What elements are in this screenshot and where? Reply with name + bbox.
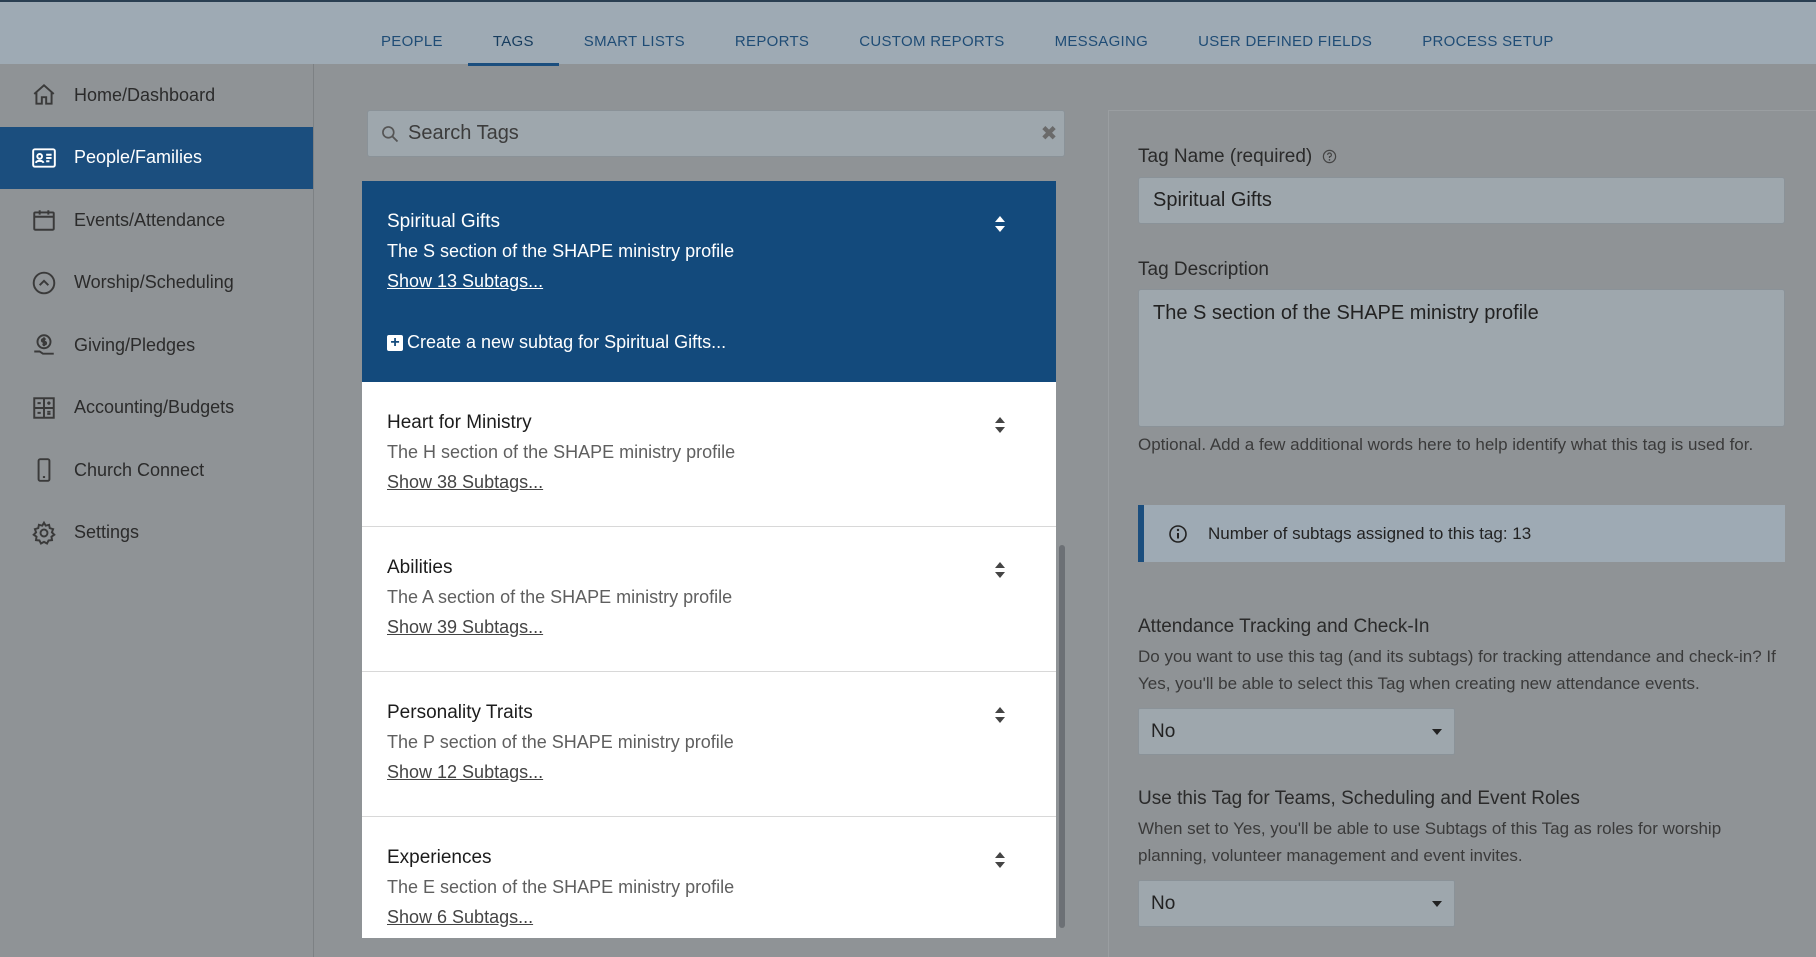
show-subtags-link[interactable]: Show 12 Subtags...: [387, 762, 543, 783]
tag-description-textarea[interactable]: The S section of the SHAPE ministry prof…: [1138, 289, 1785, 427]
id-card-icon: [30, 144, 58, 172]
tag-name: Heart for Ministry: [387, 412, 532, 433]
tag-name: Abilities: [387, 557, 453, 578]
sidebar-item-people[interactable]: People/Families: [0, 126, 313, 189]
sidebar-item-accounting[interactable]: Accounting/Budgets: [0, 377, 313, 440]
sort-handle-icon[interactable]: [994, 706, 1006, 724]
tab-reports[interactable]: REPORTS: [710, 2, 834, 66]
plus-icon: +: [387, 334, 403, 351]
calendar-icon: [30, 206, 58, 234]
tag-description: The A section of the SHAPE ministry prof…: [387, 587, 733, 607]
tag-details-panel: Tag Name (required) Tag Description The …: [1108, 110, 1816, 957]
tag-list: Spiritual Gifts The S section of the SHA…: [362, 181, 1056, 938]
scrollbar-thumb[interactable]: [1059, 545, 1065, 928]
top-navigation-bar: PEOPLE TAGS SMART LISTS REPORTS CUSTOM R…: [0, 0, 1816, 66]
tab-process-setup[interactable]: PROCESS SETUP: [1397, 2, 1578, 66]
sidebar-item-church-connect[interactable]: Church Connect: [0, 439, 313, 502]
description-help-text: Optional. Add a few additional words her…: [1138, 435, 1754, 454]
sort-handle-icon[interactable]: [994, 416, 1006, 434]
sort-handle-icon[interactable]: [994, 851, 1006, 869]
chevron-down-icon: [1432, 900, 1442, 907]
tag-item-selected[interactable]: Spiritual Gifts The S section of the SHA…: [362, 181, 1056, 382]
tag-item[interactable]: Experiences The E section of the SHAPE m…: [362, 817, 1056, 938]
chevron-down-icon: [1432, 728, 1442, 735]
create-subtag-label: Create a new subtag for Spiritual Gifts.…: [407, 332, 727, 352]
sidebar-item-settings[interactable]: Settings: [0, 502, 313, 565]
sort-handle-icon[interactable]: [994, 561, 1006, 579]
tab-user-defined-fields[interactable]: USER DEFINED FIELDS: [1173, 2, 1397, 66]
sidebar-item-label: Accounting/Budgets: [74, 397, 235, 418]
show-subtags-link[interactable]: Show 6 Subtags...: [387, 907, 533, 928]
tag-name-input[interactable]: [1138, 177, 1785, 224]
sidebar-item-worship[interactable]: Worship/Scheduling: [0, 252, 313, 315]
sidebar-item-label: Church Connect: [74, 459, 205, 480]
grid-icon: [30, 394, 58, 422]
info-text: Number of subtags assigned to this tag: …: [1208, 523, 1532, 543]
attendance-select[interactable]: No: [1138, 708, 1455, 755]
tag-item[interactable]: Abilities The A section of the SHAPE min…: [362, 527, 1056, 672]
sidebar-item-label: Giving/Pledges: [74, 334, 196, 355]
search-input[interactable]: [400, 122, 1034, 145]
search-bar: ✖: [367, 110, 1065, 157]
teams-label: Use this Tag for Teams, Scheduling and E…: [1138, 788, 1580, 809]
tag-name-label-text: Tag Name (required): [1138, 146, 1313, 167]
tag-list-scrollbar[interactable]: [1058, 181, 1066, 938]
tag-description: The S section of the SHAPE ministry prof…: [387, 241, 735, 261]
sidebar-item-giving[interactable]: Giving/Pledges: [0, 314, 313, 377]
tab-smart-lists[interactable]: SMART LISTS: [559, 2, 710, 66]
tag-name: Personality Traits: [387, 702, 533, 723]
attendance-help-text: Do you want to use this tag (and its sub…: [1138, 647, 1776, 693]
clear-search-icon[interactable]: ✖: [1034, 121, 1064, 146]
teams-select-value: No: [1151, 892, 1176, 914]
sort-handle-icon[interactable]: [994, 215, 1006, 233]
tag-description-label: Tag Description: [1138, 259, 1269, 280]
teams-help-text: When set to Yes, you'll be able to use S…: [1138, 819, 1722, 865]
home-icon: [30, 81, 58, 109]
teams-select[interactable]: No: [1138, 880, 1455, 927]
tag-name-label: Tag Name (required): [1138, 146, 1337, 168]
money-hand-icon: [30, 331, 58, 359]
tag-item[interactable]: Heart for Ministry The H section of the …: [362, 382, 1056, 527]
sidebar-item-home[interactable]: Home/Dashboard: [0, 64, 313, 127]
search-icon: [382, 125, 399, 142]
help-icon[interactable]: [1322, 149, 1337, 164]
tag-item[interactable]: Personality Traits The P section of the …: [362, 672, 1056, 817]
sidebar-item-events[interactable]: Events/Attendance: [0, 189, 313, 252]
sidebar-item-label: Events/Attendance: [74, 209, 226, 230]
create-subtag-button[interactable]: + Create a new subtag for Spiritual Gift…: [387, 332, 1031, 353]
tag-name: Experiences: [387, 847, 492, 868]
sidebar: Home/Dashboard People/Families Events/At…: [0, 64, 314, 957]
sidebar-item-label: Worship/Scheduling: [74, 272, 234, 293]
show-subtags-link[interactable]: Show 38 Subtags...: [387, 472, 543, 493]
top-tabs: PEOPLE TAGS SMART LISTS REPORTS CUSTOM R…: [356, 2, 1579, 66]
tab-people[interactable]: PEOPLE: [356, 2, 468, 66]
sidebar-item-label: Settings: [74, 522, 140, 543]
tab-messaging[interactable]: MESSAGING: [1030, 2, 1174, 66]
gear-icon: [30, 519, 58, 547]
info-icon: [1169, 524, 1187, 543]
tag-description: The P section of the SHAPE ministry prof…: [387, 732, 734, 752]
tag-name: Spiritual Gifts: [387, 211, 500, 232]
subtag-count-info: Number of subtags assigned to this tag: …: [1138, 505, 1785, 562]
sidebar-item-label: People/Families: [74, 147, 203, 168]
show-subtags-link[interactable]: Show 39 Subtags...: [387, 617, 543, 638]
show-subtags-link[interactable]: Show 13 Subtags...: [387, 271, 543, 292]
attendance-select-value: No: [1151, 720, 1176, 742]
tag-description: The E section of the SHAPE ministry prof…: [387, 877, 735, 897]
chevron-circle-icon: [30, 269, 58, 297]
attendance-label: Attendance Tracking and Check-In: [1138, 616, 1430, 637]
tag-description: The H section of the SHAPE ministry prof…: [387, 442, 736, 462]
tab-tags[interactable]: TAGS: [467, 2, 559, 66]
tab-custom-reports[interactable]: CUSTOM REPORTS: [834, 2, 1029, 66]
mobile-icon: [30, 456, 58, 484]
sidebar-item-label: Home/Dashboard: [74, 84, 216, 105]
